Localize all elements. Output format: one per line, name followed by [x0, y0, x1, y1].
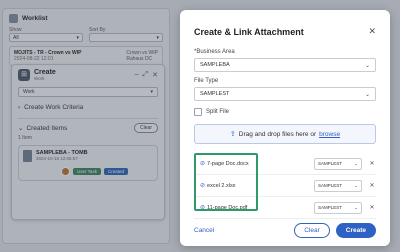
chevron-down-icon: ⌄	[354, 204, 358, 210]
remove-file-icon[interactable]: ✕	[368, 182, 376, 189]
file-name-text: excel 2.xlsx	[207, 182, 236, 189]
attached-file-list: ⊘ 7-page Doc.docx SAMPLEST ⌄ ✕ ⊘ excel 2…	[194, 153, 376, 219]
file-type-dropdown[interactable]: SAMPLEST ⌄	[314, 179, 362, 192]
business-area-label: *Business Area	[194, 49, 235, 55]
paperclip-icon: ⊘	[200, 205, 206, 211]
dropzone-text: Drag and drop files here or	[238, 130, 317, 138]
file-type-dropdown-value: SAMPLEST	[318, 183, 343, 188]
create-link-attachment-dialog: Create & Link Attachment ✕ *Business Are…	[180, 10, 390, 246]
dialog-header: Create & Link Attachment ✕	[180, 10, 390, 43]
file-row: ⊘ 7-page Doc.docx SAMPLEST ⌄ ✕	[194, 153, 376, 175]
chevron-down-icon: ⌄	[354, 160, 358, 166]
browse-link[interactable]: browse	[319, 131, 340, 138]
clear-button[interactable]: Clear	[294, 222, 330, 238]
file-type-value: SAMPLEST	[200, 91, 230, 97]
split-file-label: Split File	[206, 109, 230, 115]
file-name: ⊘ excel 2.xlsx	[194, 182, 314, 190]
dialog-title: Create & Link Attachment	[194, 26, 304, 37]
paperclip-icon: ⊘	[200, 183, 206, 189]
file-type-dropdown-value: SAMPLEST	[318, 205, 343, 210]
dialog-body: *Business Area SAMPLEBA ⌄ File Type SAMP…	[180, 49, 390, 219]
file-dropzone[interactable]: ⇪ Drag and drop files here or browse	[194, 124, 376, 144]
remove-file-icon[interactable]: ✕	[368, 160, 376, 167]
close-icon[interactable]: ✕	[368, 26, 376, 37]
remove-file-icon[interactable]: ✕	[368, 204, 376, 211]
business-area-select[interactable]: SAMPLEBA ⌄	[194, 58, 376, 72]
business-area-value: SAMPLEBA	[200, 62, 230, 68]
upload-icon: ⇪	[229, 131, 236, 138]
dialog-actions: Clear Create	[294, 222, 376, 238]
paperclip-icon: ⊘	[200, 161, 206, 167]
split-file-checkbox[interactable]	[194, 108, 202, 116]
file-name: ⊘ 11-page Doc.pdf	[194, 204, 314, 212]
chevron-down-icon: ⌄	[354, 182, 358, 188]
file-type-dropdown[interactable]: SAMPLEST ⌄	[314, 201, 362, 214]
file-name-text: 11-page Doc.pdf	[207, 204, 248, 211]
file-name-text: 7-page Doc.docx	[207, 160, 249, 167]
file-type-label: File Type	[194, 78, 219, 84]
chevron-down-icon: ⌄	[364, 91, 370, 98]
split-file-option: Split File	[194, 108, 376, 116]
file-type-select[interactable]: SAMPLEST ⌄	[194, 87, 376, 101]
file-name: ⊘ 7-page Doc.docx	[194, 160, 314, 168]
create-button[interactable]: Create	[335, 222, 376, 238]
dialog-footer: Cancel Clear Create	[180, 214, 390, 246]
chevron-down-icon: ⌄	[364, 62, 370, 69]
file-type-dropdown[interactable]: SAMPLEST ⌄	[314, 157, 362, 170]
cancel-button[interactable]: Cancel	[194, 227, 214, 234]
file-row: ⊘ excel 2.xlsx SAMPLEST ⌄ ✕	[194, 175, 376, 197]
file-type-dropdown-value: SAMPLEST	[318, 161, 343, 166]
